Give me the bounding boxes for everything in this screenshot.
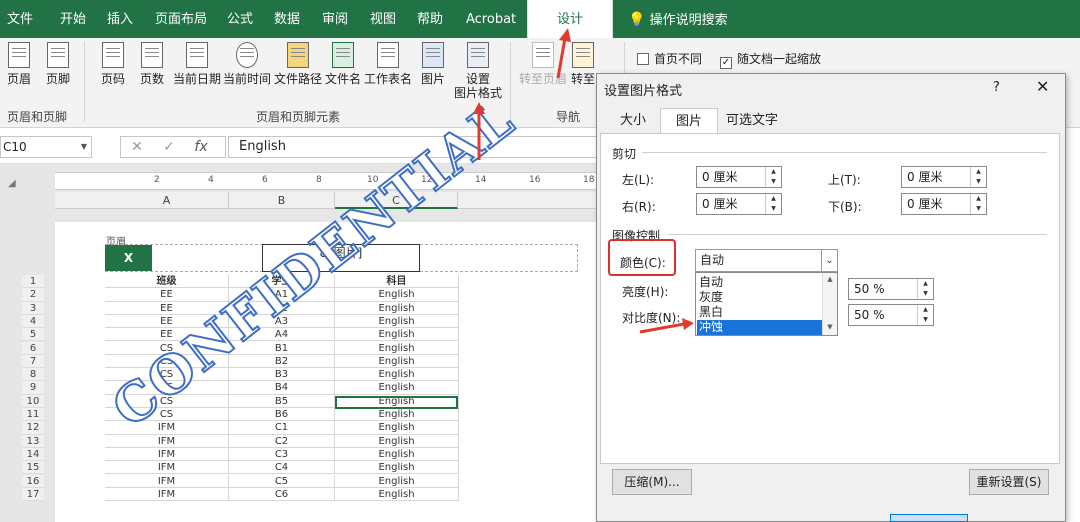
annotation-arrows bbox=[473, 28, 694, 334]
arrow-right-to-washout bbox=[639, 318, 694, 334]
arrow-up-to-format-picture bbox=[473, 102, 485, 160]
arrow-up-to-design-tab bbox=[556, 28, 571, 79]
